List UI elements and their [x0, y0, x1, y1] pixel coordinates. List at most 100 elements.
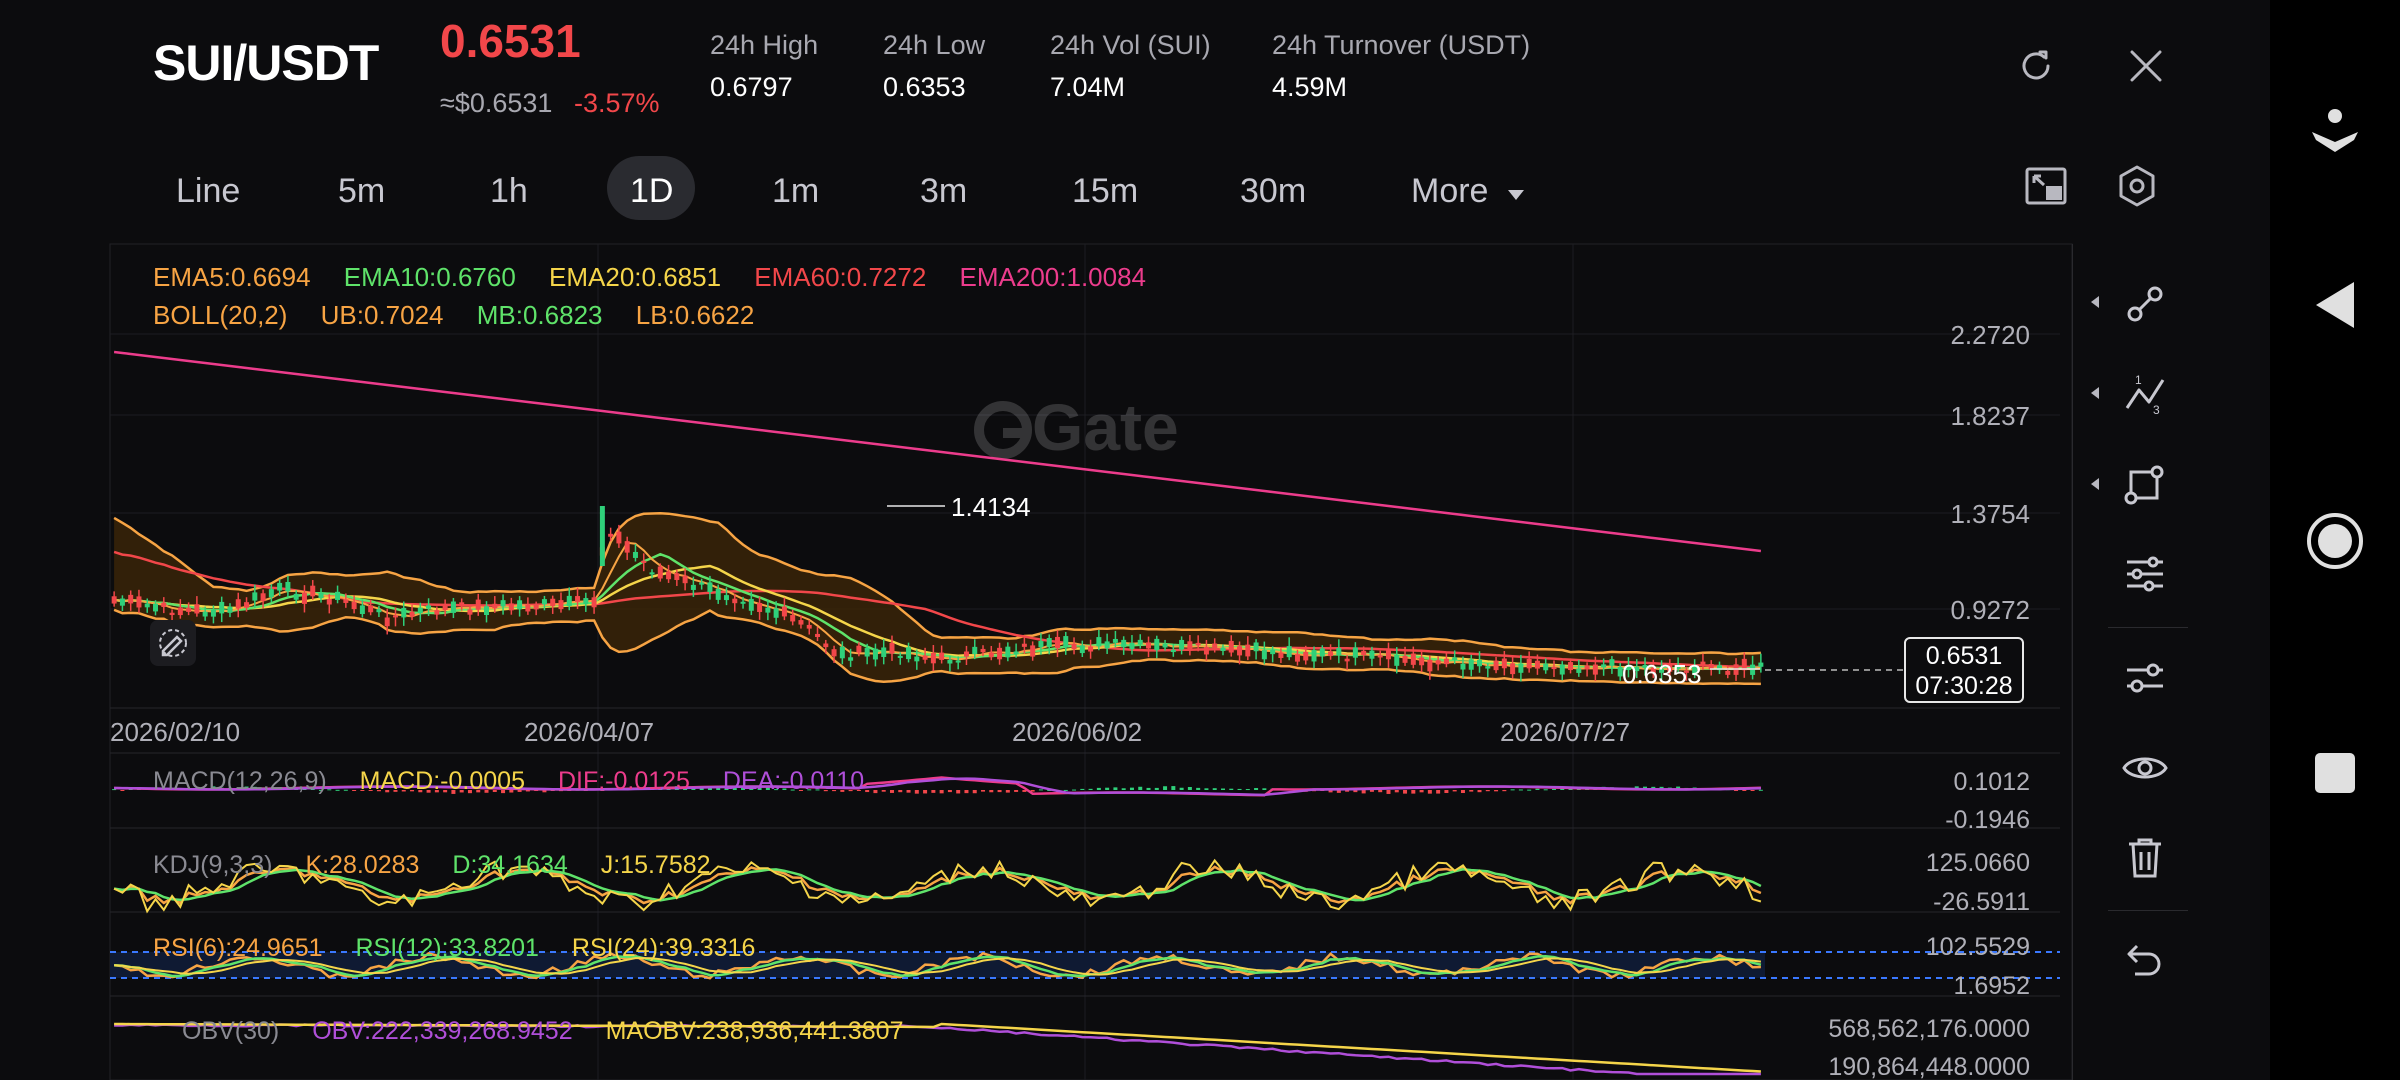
candle-body [1088, 646, 1094, 652]
candle-body [260, 593, 266, 602]
recents-icon[interactable] [2314, 752, 2356, 794]
low-marker-label: 0.6353 [1622, 659, 1702, 689]
x-tick: 2026/06/02 [1012, 717, 1142, 747]
macd-bar [1154, 787, 1159, 790]
macd-bar [1551, 788, 1556, 790]
candle-body [310, 585, 316, 597]
candle-body [202, 611, 208, 617]
candle-body [566, 595, 572, 606]
candle-body [1443, 658, 1449, 665]
candle-body [1195, 642, 1201, 646]
macd-bar [1038, 789, 1043, 791]
x-tick: 2026/02/10 [110, 717, 240, 747]
legend-rsi6: RSI(6):24.9651 [153, 934, 323, 962]
obv-legend: OBV(30) OBV:222,339,268.9452 MAOBV:238,9… [182, 1017, 903, 1046]
candle-body [1410, 653, 1416, 665]
candle-body [765, 607, 771, 613]
candle-body [541, 599, 547, 605]
macd-bar [956, 790, 961, 794]
drawing-settings-icon[interactable] [2123, 656, 2167, 700]
candle-body [1493, 660, 1499, 671]
candle-body [244, 602, 250, 608]
candle-body [144, 603, 150, 608]
candle-body [955, 660, 961, 663]
candle-body [980, 648, 986, 653]
candle-body [1452, 657, 1458, 660]
candle-body [186, 607, 192, 612]
candle-body [450, 601, 456, 613]
fibonacci-tool-icon[interactable]: 13 [2123, 372, 2167, 416]
candle-body [194, 604, 200, 614]
accessibility-icon[interactable] [2310, 108, 2360, 162]
expand-arrow-icon[interactable] [2090, 386, 2100, 400]
macd-bar [1072, 789, 1077, 791]
macd-bar [1014, 790, 1019, 792]
candle-body [1477, 659, 1483, 667]
candle-body [823, 643, 829, 648]
candle-body [1419, 657, 1425, 666]
macd-y-tick: -0.1946 [1945, 806, 2030, 834]
x-tick: 2026/07/27 [1500, 717, 1630, 747]
indicator-adjust-icon[interactable] [2123, 552, 2167, 596]
home-icon[interactable] [2306, 512, 2364, 570]
expand-arrow-icon[interactable] [2090, 477, 2100, 491]
macd-bar [989, 790, 994, 793]
tool-divider [2108, 910, 2188, 911]
candle-body [1129, 642, 1135, 650]
shape-tool-icon[interactable] [2123, 462, 2167, 506]
eye-icon[interactable] [2121, 746, 2169, 790]
candle-body [732, 598, 738, 604]
legend-boll: BOLL(20,2) [153, 300, 288, 330]
trash-icon[interactable] [2125, 836, 2165, 880]
macd-bar [1543, 789, 1548, 791]
candle-body [690, 584, 696, 590]
candle-body [682, 575, 688, 584]
candle-body [1592, 664, 1598, 675]
svg-text:1: 1 [2135, 373, 2142, 387]
candle-body [492, 603, 498, 609]
macd-bar [1452, 790, 1457, 792]
candle-body [1543, 663, 1549, 671]
tool-divider [2108, 627, 2188, 628]
macd-bar [997, 790, 1002, 793]
candle-body [972, 646, 978, 655]
expand-arrow-icon[interactable] [2090, 295, 2100, 309]
trend-line-tool-icon[interactable] [2123, 282, 2167, 326]
candle-body [599, 506, 605, 566]
macd-bar [1129, 787, 1134, 790]
candle-body [624, 541, 630, 553]
back-icon[interactable] [2314, 280, 2356, 330]
candle-body [1311, 650, 1317, 662]
rsi-y-tick: 1.6952 [1954, 972, 2030, 1000]
candle-body [1601, 664, 1607, 668]
pencil-icon [159, 629, 187, 657]
macd-bar [906, 790, 911, 793]
undo-icon[interactable] [2123, 938, 2167, 982]
candle-body [153, 603, 159, 612]
chart-area[interactable]: Gate 1.4134 0.6353 2.2720 1.8237 1.3754 … [0, 0, 2270, 1080]
macd-bar [889, 790, 894, 793]
draw-toggle-button[interactable] [150, 620, 196, 666]
legend-kdj-j: J:15.7582 [600, 851, 711, 879]
candle-body [1278, 652, 1284, 659]
macd-bar [1196, 787, 1201, 790]
candle-body [1344, 658, 1350, 662]
macd-bar [1088, 788, 1093, 790]
candle-body [889, 642, 895, 654]
macd-bar [1436, 790, 1441, 794]
candle-body [1228, 640, 1234, 653]
candle-body [210, 609, 216, 617]
candle-body [1576, 668, 1582, 673]
candle-body [277, 582, 283, 591]
macd-bar [1419, 790, 1424, 793]
candle-body [442, 605, 448, 611]
candle-body [1079, 645, 1085, 654]
candle-body [1162, 643, 1168, 648]
candle-body [1071, 643, 1077, 650]
candle-body [1245, 644, 1251, 657]
legend-obv: OBV(30) [182, 1017, 280, 1045]
candle-body [1319, 648, 1325, 657]
candle-body [1270, 649, 1276, 655]
candle-body [806, 624, 812, 629]
candle-body [1021, 643, 1027, 647]
